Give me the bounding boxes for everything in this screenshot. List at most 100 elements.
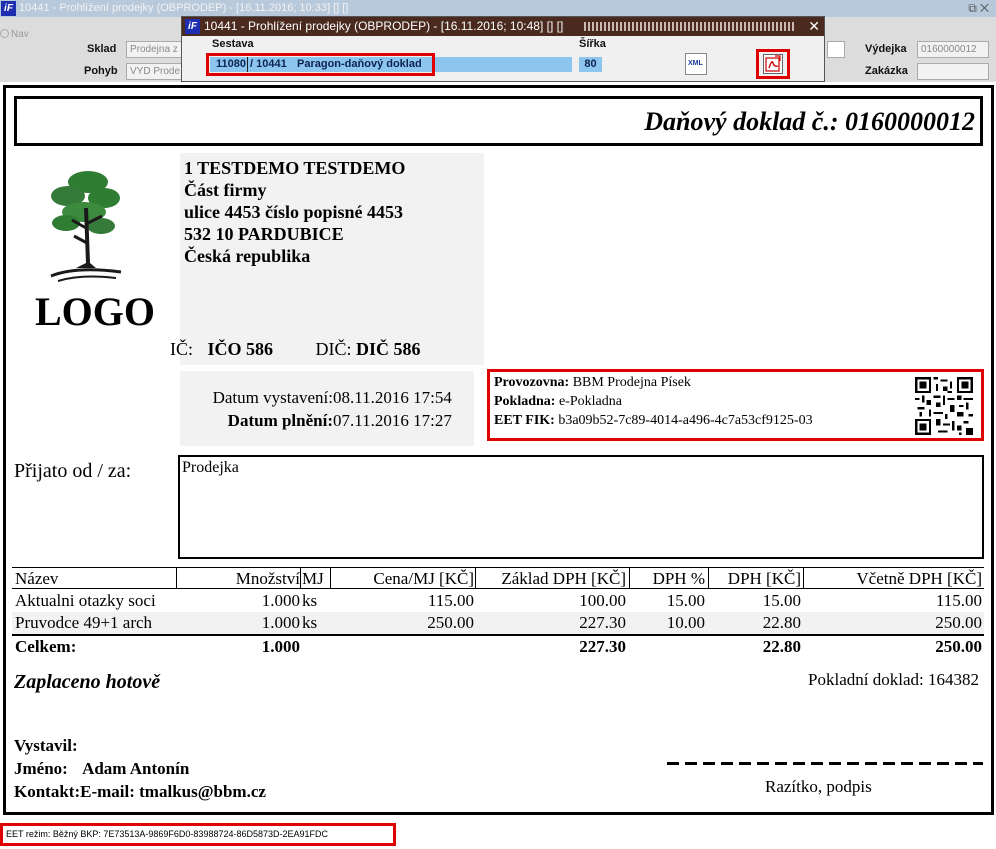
- table-total-row: Celkem: 1.000 227.30 22.80 250.00: [12, 634, 984, 656]
- report-dialog: iF 10441 - Prohlížení prodejky (OBPRODEP…: [181, 16, 825, 82]
- total-vcetne: 250.00: [935, 637, 982, 656]
- paid-text: Zaplaceno hotově: [14, 671, 161, 693]
- cell-mnozstvi: 1.000: [261, 613, 300, 632]
- header-divider: [803, 568, 804, 589]
- provozovna-value: BBM Prodejna Písek: [572, 375, 691, 390]
- vydejka-label: Výdejka: [865, 43, 907, 55]
- cell-mj: ks: [302, 613, 318, 632]
- header-mj: MJ: [302, 569, 324, 588]
- vystavil-label: Vystavil:: [14, 736, 78, 755]
- dialog-title: 10441 - Prohlížení prodejky (OBPRODEP) -…: [204, 19, 564, 33]
- xml-icon: XML: [688, 60, 703, 67]
- header-nazev: Název: [15, 569, 59, 588]
- radio-icon: [0, 29, 9, 38]
- dic-value: DIČ 586: [356, 339, 421, 359]
- cell-cena: 115.00: [427, 591, 474, 610]
- total-zaklad: 227.30: [579, 637, 626, 656]
- logo-text: LOGO: [35, 289, 156, 334]
- ic-value: IČO 586: [207, 339, 274, 359]
- close-icon[interactable]: ✕: [808, 17, 820, 36]
- fik-label: EET FIK:: [494, 413, 555, 428]
- cell-zaklad: 100.00: [579, 591, 626, 610]
- header-cena: Cena/MJ [KČ]: [373, 569, 474, 588]
- company-logo: LOGO: [31, 168, 161, 338]
- pokladna-value: e-Pokladna: [558, 394, 622, 409]
- nav-radio[interactable]: Nav: [0, 29, 29, 40]
- dic-label: DIČ:: [315, 339, 352, 359]
- dialog-title-bar[interactable]: iF 10441 - Prohlížení prodejky (OBPRODEP…: [182, 17, 824, 36]
- background-title-bar: iF 10441 - Prohlížení prodejky (OBPRODEP…: [0, 0, 996, 17]
- invoice-header: Daňový doklad č.: 0160000012: [14, 96, 983, 146]
- company-address: 1 TESTDEMO TESTDEMO Část firmy ulice 445…: [170, 153, 484, 365]
- nav-radio-label: Nav: [11, 29, 29, 40]
- signature-line: [667, 762, 983, 765]
- sestava-label: Sestava: [212, 38, 254, 50]
- table-row[interactable]: Pruvodce 49+1 arch 1.000 ks 250.00 227.3…: [12, 612, 984, 634]
- header-dph-pct: DPH %: [652, 569, 705, 588]
- datum-plneni-value: 07.11.2016 17:27: [333, 411, 452, 430]
- pdf-icon: [765, 55, 781, 72]
- header-divider: [708, 568, 709, 589]
- pdf-export-button[interactable]: [763, 54, 783, 74]
- cell-dph-pct: 15.00: [666, 591, 705, 610]
- cell-nazev: Pruvodce 49+1 arch: [15, 613, 153, 632]
- header-dph: DPH [KČ]: [727, 569, 801, 588]
- header-mnozstvi: Množství: [235, 569, 300, 588]
- eet-footer: EET režim: Běžný BKP: 7E73513A-9869F6D0-…: [0, 823, 396, 846]
- header-vcetne: Včetně DPH [KČ]: [856, 569, 982, 588]
- sirka-label: Šířka: [579, 38, 606, 50]
- company-ids: IČ: IČO 586 DIČ: DIČ 586: [170, 339, 421, 360]
- prijato-box: Prodejka: [178, 455, 984, 559]
- zakazka-label: Zakázka: [865, 65, 908, 77]
- cell-vcetne: 115.00: [935, 591, 982, 610]
- vydejka-field[interactable]: 0160000012: [917, 41, 989, 58]
- cell-mj: ks: [302, 591, 318, 610]
- xml-export-button[interactable]: XML: [685, 53, 707, 75]
- issuer-block: Vystavil: Jméno: Adam Antonín Kontakt:E-…: [14, 734, 266, 803]
- blank-field[interactable]: [827, 41, 845, 58]
- qr-code-icon: [915, 377, 973, 435]
- provozovna-label: Provozovna:: [494, 375, 570, 390]
- pokladna-label: Pokladna:: [494, 394, 556, 409]
- app-logo-icon: iF: [185, 19, 200, 34]
- eet-info-box: Provozovna: BBM Prodejna Písek Pokladna:…: [487, 369, 984, 441]
- pokladni-doklad: Pokladní doklad: 164382: [808, 670, 979, 689]
- ic-label: IČ:: [170, 339, 194, 359]
- header-divider: [300, 568, 301, 589]
- tree-icon: [50, 171, 122, 282]
- app-logo-icon: iF: [1, 1, 16, 16]
- table-row[interactable]: Aktualni otazky soci 1.000 ks 115.00 100…: [12, 590, 984, 612]
- total-mnozstvi: 1.000: [261, 637, 300, 656]
- sklad-field[interactable]: Prodejna z: [126, 41, 182, 58]
- company-line-5: Česká republika: [184, 246, 311, 266]
- pohyb-label: Pohyb: [84, 65, 118, 77]
- cell-mnozstvi: 1.000: [261, 591, 300, 610]
- sklad-label: Sklad: [87, 43, 117, 55]
- fik-value: b3a09b52-7c89-4014-a496-4c7a53cf9125-03: [558, 413, 813, 428]
- window-controls[interactable]: ⧉✕: [968, 0, 992, 17]
- zakazka-field[interactable]: [917, 63, 989, 80]
- cell-dph: 15.00: [762, 591, 801, 610]
- cell-vcetne: 250.00: [935, 613, 982, 632]
- invoice-document: Daňový doklad č.: 0160000012 LOGO 1 TEST…: [3, 85, 994, 815]
- datum-vystaveni-label: Datum vystavení:: [212, 388, 333, 407]
- header-divider: [629, 568, 630, 589]
- kontakt-label: Kontakt:: [14, 782, 81, 801]
- total-label: Celkem:: [15, 637, 77, 656]
- dates-block: Datum vystavení: 08.11.2016 17:54 Datum …: [180, 371, 474, 446]
- jmeno-label: Jméno:: [14, 759, 68, 778]
- sestava-highlight: [206, 53, 435, 76]
- sirka-value[interactable]: 80: [579, 57, 602, 72]
- header-divider: [475, 568, 476, 589]
- header-divider: [176, 568, 177, 589]
- pohyb-field[interactable]: VYD Prode: [126, 63, 182, 80]
- datum-vystaveni-value: 08.11.2016 17:54: [333, 388, 452, 407]
- company-line-4: 532 10 PARDUBICE: [184, 224, 344, 244]
- background-window-title: 10441 - Prohlížení prodejky (OBPRODEP) -…: [19, 2, 349, 14]
- table-header: Název Množství MJ Cena/MJ [KČ] Základ DP…: [12, 567, 984, 589]
- kontakt-value: E-mail: tmalkus@bbm.cz: [80, 782, 266, 801]
- cell-cena: 250.00: [427, 613, 474, 632]
- total-dph: 22.80: [762, 637, 801, 656]
- company-line-1: 1 TESTDEMO TESTDEMO: [184, 158, 406, 178]
- header-zaklad: Základ DPH [KČ]: [501, 569, 626, 588]
